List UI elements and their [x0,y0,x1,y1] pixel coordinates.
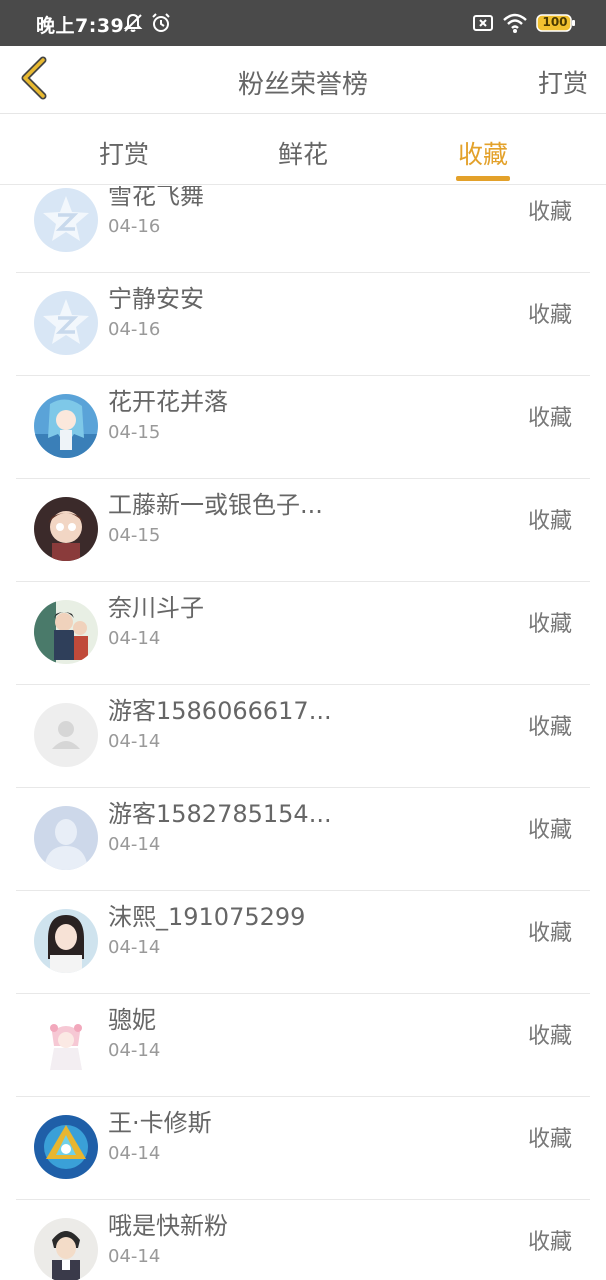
anime-avatar-green [34,600,98,664]
anime-avatar-boy [34,1218,98,1280]
fan-name: 骢妮 [108,1006,156,1034]
list-item[interactable]: 奈川斗子 04-14 收藏 [0,582,606,685]
qq-star-avatar [34,291,98,355]
sim-card-icon [472,12,494,38]
default-gray-avatar [34,703,98,767]
fan-name: 游客1586066617... [108,697,332,725]
wifi-icon [502,12,528,38]
list-item[interactable]: 宁静安安 04-16 收藏 [0,273,606,376]
list-item[interactable]: 沫熙_191075299 04-14 收藏 [0,891,606,994]
fan-date: 04-14 [108,1246,161,1267]
favorite-label: 收藏 [527,818,572,843]
qq-star-avatar [34,188,98,252]
fan-date: 04-15 [108,422,161,443]
anime-avatar-dark [34,497,98,561]
anime-avatar-pink [34,1012,98,1076]
favorite-label: 收藏 [527,303,572,328]
fan-name: 工藤新一或银色子... [108,491,323,519]
anime-avatar-blue [34,394,98,458]
fan-name: 宁静安安 [108,285,204,313]
fan-date: 04-15 [108,525,161,546]
battery-level: 100 [542,15,568,29]
list-item[interactable]: 王·卡修斯 04-14 收藏 [0,1097,606,1200]
fan-date: 04-16 [108,319,161,340]
status-time: 晚上7:39 [36,15,125,37]
reward-action-button[interactable]: 打赏 [538,64,588,100]
list-item[interactable]: 骢妮 04-14 收藏 [0,994,606,1097]
alarm-icon [150,12,172,38]
favorite-label: 收藏 [527,921,572,946]
default-blue-avatar [34,806,98,870]
fan-name: 哦是快新粉 [108,1212,228,1240]
mute-notification-icon [122,12,144,38]
tab-favorites[interactable]: 收藏 [413,115,553,185]
fan-date: 04-16 [108,216,161,237]
fan-date: 04-14 [108,834,161,855]
favorite-label: 收藏 [527,715,572,740]
list-item[interactable]: 工藤新一或银色子... 04-15 收藏 [0,479,606,582]
fan-date: 04-14 [108,628,161,649]
status-bar: 晚上7:39 100 [0,0,606,46]
favorite-label: 收藏 [527,1127,572,1152]
list-item[interactable]: 游客1582785154... 04-14 收藏 [0,788,606,891]
list-item[interactable]: 游客1586066617... 04-14 收藏 [0,685,606,788]
favorite-label: 收藏 [527,200,572,225]
fan-date: 04-14 [108,731,161,752]
fan-name: 雪花飞舞 [108,186,204,210]
active-tab-indicator [456,176,510,181]
fan-name: 游客1582785154... [108,800,332,828]
fan-name: 沫熙_191075299 [108,903,306,931]
list-item[interactable]: 雪花飞舞 04-16 收藏 [0,186,606,273]
fan-name: 奈川斗子 [108,594,204,622]
list-item[interactable]: 花开花并落 04-15 收藏 [0,376,606,479]
tab-flowers[interactable]: 鲜花 [233,115,373,185]
favorite-label: 收藏 [527,406,572,431]
fan-date: 04-14 [108,1143,161,1164]
tab-label: 打赏 [98,140,149,169]
photo-avatar-girl [34,909,98,973]
game-avatar-gold [34,1115,98,1179]
fan-list[interactable]: 雪花飞舞 04-16 收藏 宁静安安 04-16 收藏 花开花并落 04-15 … [0,186,606,1280]
fan-name: 王·卡修斯 [108,1109,212,1137]
favorite-label: 收藏 [527,509,572,534]
tab-label: 鲜花 [277,140,328,169]
top-app-bar: 粉丝荣誉榜 打赏 [0,46,606,114]
favorite-label: 收藏 [527,1230,572,1255]
fan-date: 04-14 [108,1040,161,1061]
fan-name: 花开花并落 [108,388,228,416]
tab-bar: 打赏 鲜花 收藏 [0,115,606,185]
tab-reward[interactable]: 打赏 [54,115,194,185]
list-item[interactable]: 哦是快新粉 04-14 收藏 [0,1200,606,1280]
favorite-label: 收藏 [527,612,572,637]
page-title: 粉丝荣誉榜 [237,70,368,100]
fan-date: 04-14 [108,937,161,958]
favorite-label: 收藏 [527,1024,572,1049]
tab-label: 收藏 [457,140,508,169]
